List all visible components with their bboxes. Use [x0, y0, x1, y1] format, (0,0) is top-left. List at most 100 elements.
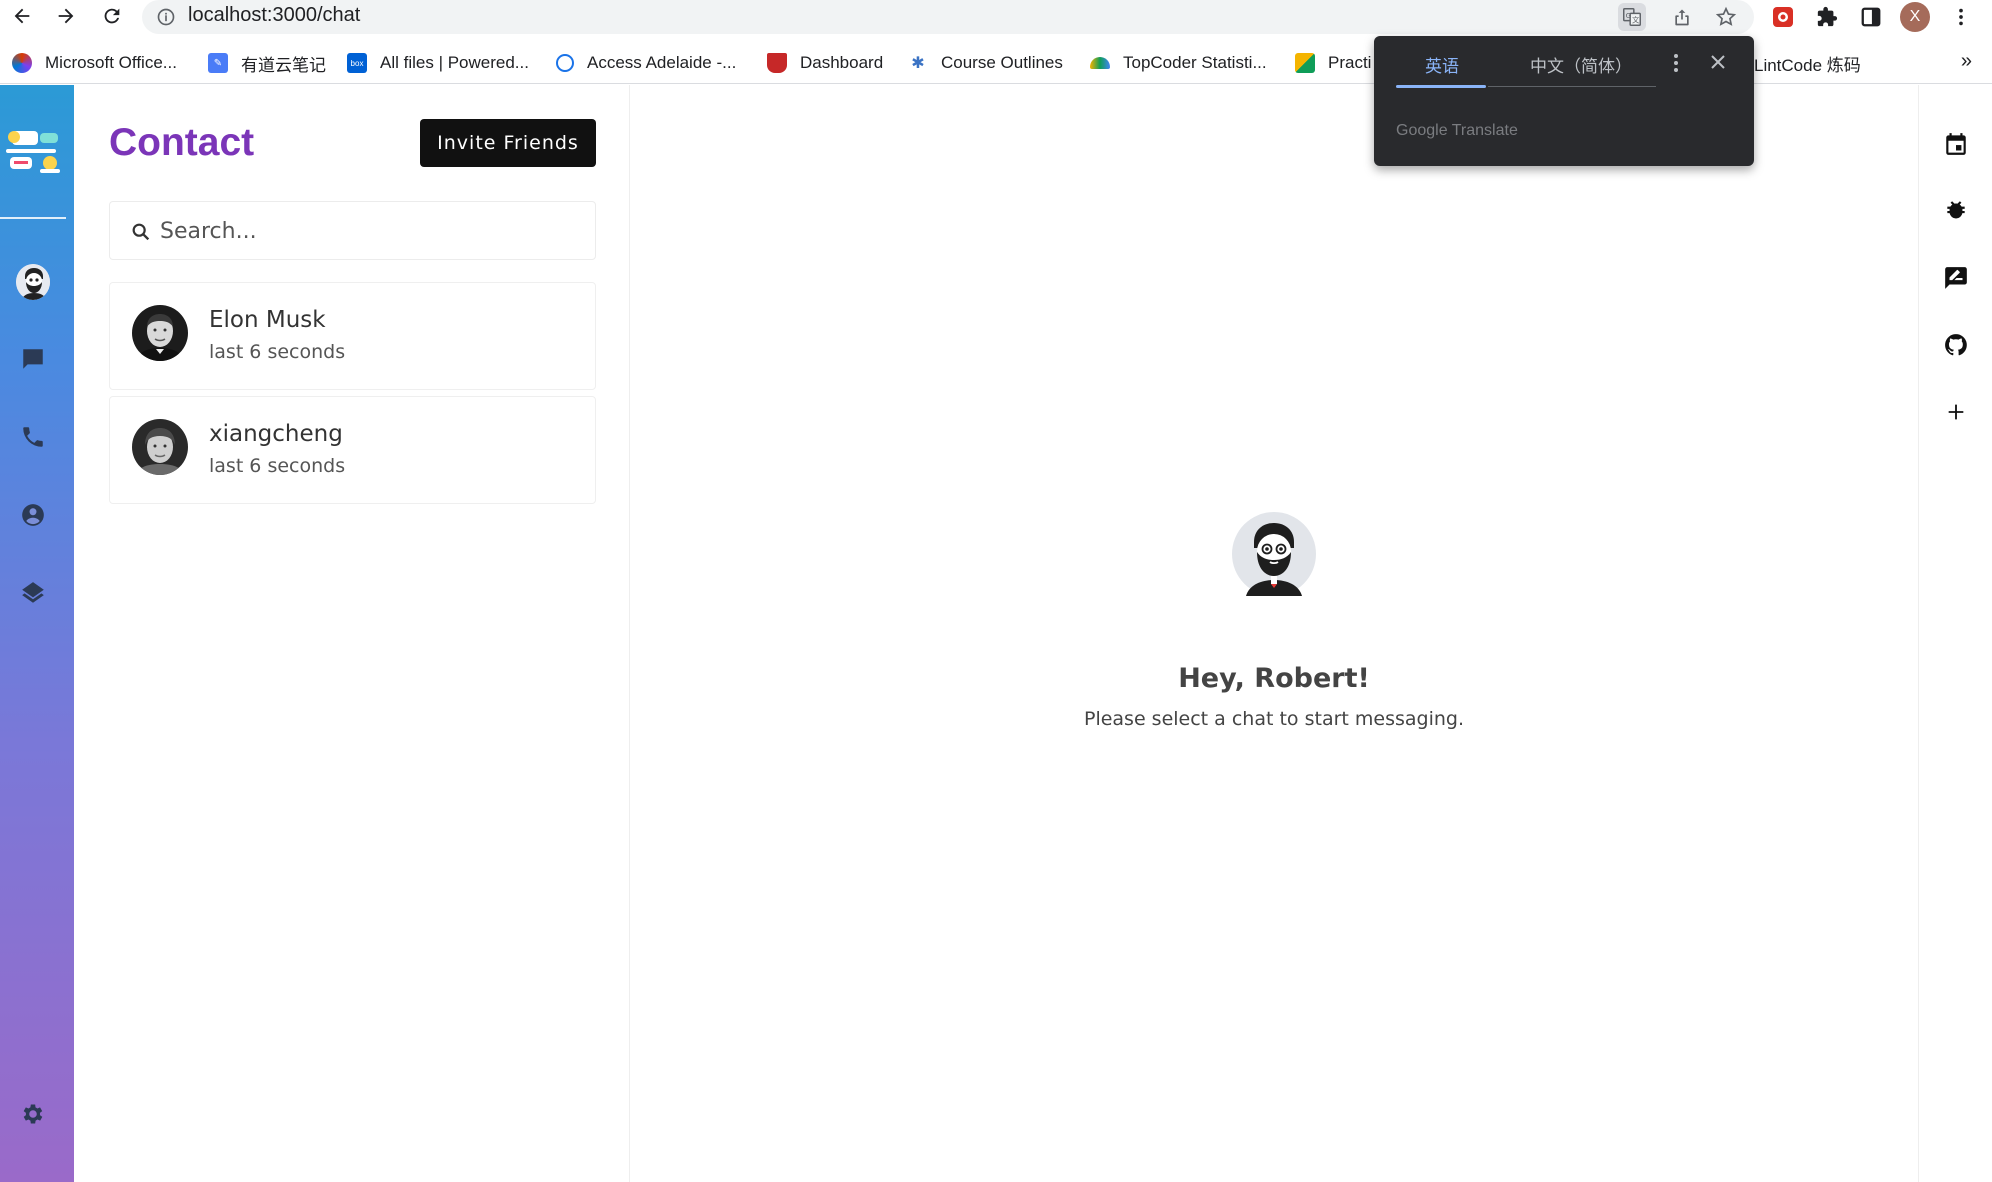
add-button[interactable] [1941, 397, 1971, 427]
rate-review-icon [1945, 267, 1967, 289]
folder-icon [1295, 53, 1315, 73]
close-icon [1711, 55, 1725, 69]
dark-mode-toggle[interactable] [16, 1020, 50, 1054]
translate-close-button[interactable] [1706, 50, 1730, 74]
bookmark-item[interactable]: TopCoder Statisti... [1090, 50, 1267, 76]
bookmark-label: Access Adelaide -... [587, 53, 737, 72]
bookmark-label: TopCoder Statisti... [1123, 53, 1267, 72]
nav-settings[interactable] [16, 1097, 50, 1131]
bookmark-label: Microsoft Office... [45, 53, 177, 72]
tab-source-language[interactable]: 英语 [1398, 52, 1486, 77]
bookmark-item[interactable]: LintCode 炼码 [1754, 50, 1861, 76]
url-text: localhost:3000/chat [188, 4, 361, 26]
chat-bubble-icon [23, 349, 43, 369]
forward-button[interactable] [52, 2, 80, 30]
bookmark-item[interactable]: ✎ 有道云笔记 [208, 50, 326, 76]
phone-icon [23, 427, 43, 447]
bookmark-item[interactable]: box All files | Powered... [347, 50, 529, 76]
contact-panel: Contact Invite Friends Elon Musk last 6 … [74, 85, 630, 1182]
contact-avatar [132, 419, 188, 475]
reload-icon [104, 8, 120, 24]
extensions-menu-button[interactable] [1812, 2, 1842, 32]
svg-text:文: 文 [1632, 16, 1640, 25]
bookmark-label: Dashboard [800, 53, 884, 72]
reload-button[interactable] [98, 2, 126, 30]
bearded-man-icon [1232, 512, 1316, 596]
contact-item[interactable]: xiangcheng last 6 seconds [109, 396, 596, 504]
address-bar[interactable]: localhost:3000/chat G文 [142, 0, 1754, 34]
share-icon [1675, 9, 1689, 26]
gear-icon [23, 1104, 43, 1124]
contact-name: Elon Musk [209, 307, 326, 333]
arrow-left-icon [14, 8, 30, 24]
github-link[interactable] [1941, 330, 1971, 360]
extension-red-icon [1773, 7, 1793, 27]
side-panel-button[interactable] [1856, 2, 1886, 32]
nav-profile-avatar[interactable] [16, 264, 50, 300]
layers-icon [22, 582, 44, 603]
contact-name: xiangcheng [209, 421, 343, 447]
bookmark-star-button[interactable] [1712, 3, 1740, 31]
feedback-button[interactable] [1941, 263, 1971, 293]
calendar-button[interactable] [1941, 129, 1971, 159]
google-translate-brand: Google Translate [1396, 122, 1518, 139]
person-photo-icon [132, 305, 188, 361]
right-toolbar [1918, 85, 1992, 1182]
left-nav [0, 85, 74, 1182]
search-input[interactable] [160, 214, 580, 248]
bookmark-label: Practi [1328, 53, 1372, 72]
calendar-icon [1946, 133, 1966, 155]
bookmark-item[interactable]: Practi [1295, 50, 1371, 76]
translate-button[interactable]: G文 [1618, 3, 1646, 31]
page-title: Contact [109, 121, 255, 164]
search-field[interactable] [109, 201, 596, 260]
translate-popup: 英语 中文（简体） Google Translate [1374, 36, 1754, 166]
browser-menu-button[interactable] [1946, 2, 1976, 32]
svg-text:G: G [1626, 11, 1632, 20]
welcome-subtitle: Please select a chat to start messaging. [1083, 708, 1465, 730]
github-icon [1945, 334, 1967, 356]
nav-groups[interactable] [16, 576, 50, 610]
side-panel-icon [1861, 7, 1881, 27]
translate-icon: G文 [1623, 8, 1641, 26]
chat-app: Contact Invite Friends Elon Musk last 6 … [0, 85, 1992, 1182]
translate-options-button[interactable] [1666, 52, 1686, 74]
bookmark-label: 有道云笔记 [241, 55, 326, 75]
university-crest-icon [767, 53, 787, 73]
nav-divider [0, 217, 66, 219]
kebab-menu-icon [1959, 8, 1963, 26]
bug-icon [1947, 201, 1965, 219]
bookmark-item[interactable]: ✱ Course Outlines [908, 50, 1063, 76]
kebab-menu-icon [1674, 54, 1678, 72]
profile-button[interactable]: X [1900, 2, 1930, 32]
contact-status: last 6 seconds [209, 341, 346, 363]
bookmark-item[interactable]: Access Adelaide -... [556, 50, 736, 76]
share-button[interactable] [1668, 3, 1696, 31]
debug-button[interactable] [1941, 196, 1971, 226]
bookmarks-overflow-button[interactable]: » [1961, 50, 1972, 73]
nav-chats[interactable] [16, 342, 50, 376]
browser-toolbar: localhost:3000/chat G文 X [0, 0, 1992, 34]
youdao-note-icon: ✎ [208, 53, 228, 73]
profile-avatar: X [1900, 2, 1930, 32]
invite-friends-button[interactable]: Invite Friends [420, 119, 596, 167]
extension-button[interactable] [1768, 2, 1798, 32]
plus-icon [1948, 404, 1964, 420]
bookmark-label: Course Outlines [941, 53, 1063, 72]
back-button[interactable] [8, 2, 36, 30]
bookmark-item[interactable]: Microsoft Office... [12, 50, 177, 76]
bookmark-item[interactable]: Dashboard [767, 50, 883, 76]
tab-divider [1488, 86, 1656, 87]
chat-main-area: Hey, Robert! Please select a chat to sta… [631, 85, 1917, 1182]
app-logo-icon[interactable] [4, 125, 64, 181]
info-icon[interactable] [156, 7, 176, 27]
nav-contacts[interactable] [16, 498, 50, 532]
arrow-right-icon [58, 8, 74, 24]
moon-icon [31, 1027, 41, 1047]
account-circle-icon [22, 504, 44, 526]
tab-target-language[interactable]: 中文（简体） [1506, 52, 1656, 77]
contact-item[interactable]: Elon Musk last 6 seconds [109, 282, 596, 390]
contact-status: last 6 seconds [209, 455, 346, 477]
office-icon [12, 53, 32, 73]
nav-calls[interactable] [16, 420, 50, 454]
